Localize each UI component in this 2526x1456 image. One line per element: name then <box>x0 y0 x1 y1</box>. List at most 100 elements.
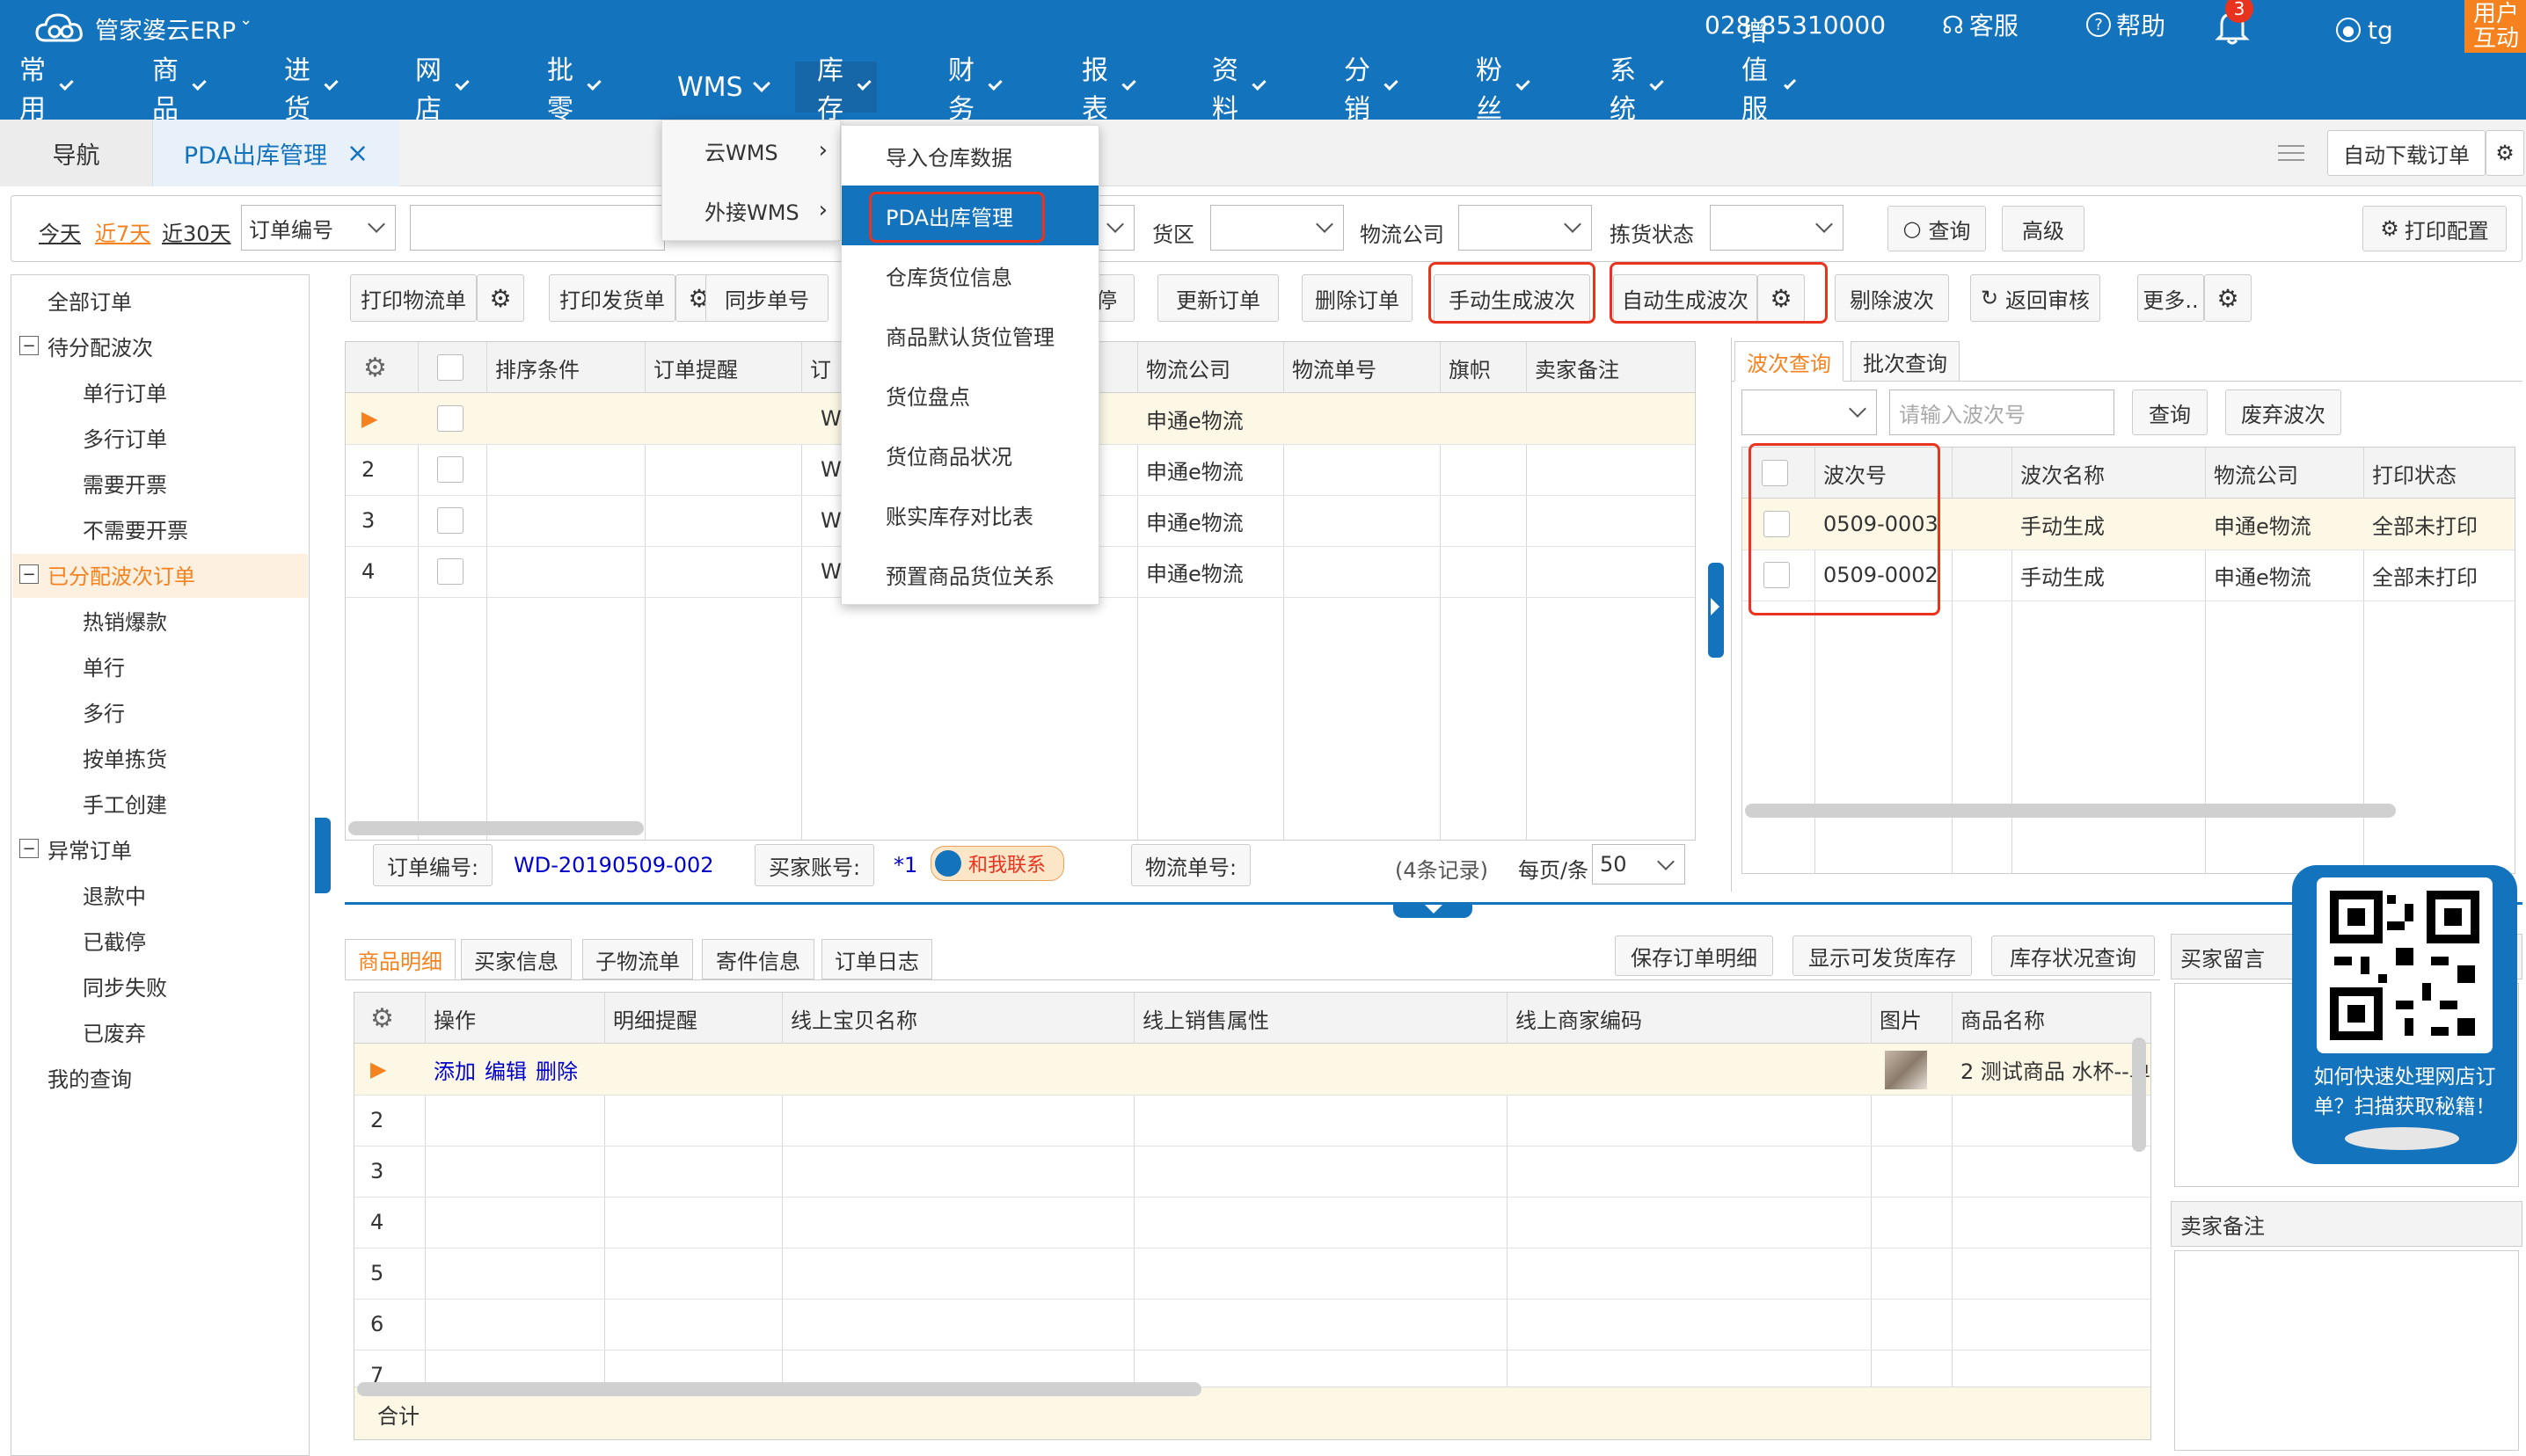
detail-tab-1[interactable]: 买家信息 <box>461 939 572 979</box>
detail-header-cell[interactable]: 线上商家编码 <box>1515 993 1642 1044</box>
toolbar-button-4[interactable]: 更新订单 <box>1157 274 1279 322</box>
tab-settings-button[interactable]: ⚙ <box>2486 130 2524 176</box>
wave-header-cell[interactable]: 物流公司 <box>2214 448 2298 499</box>
detail-tab-2[interactable]: 子物流单 <box>582 939 693 979</box>
query-button[interactable]: ○ 查询 <box>1887 206 1986 251</box>
stock-menu-item-2[interactable]: 仓库货位信息 <box>842 245 1099 305</box>
stock-menu-item-6[interactable]: 账实库存对比表 <box>842 484 1099 544</box>
tree-item[interactable]: 已截停 <box>83 925 146 956</box>
wave-number-input[interactable]: 请输入波次号 <box>1889 389 2114 435</box>
row-op-link-2[interactable]: 删除 <box>536 1044 578 1095</box>
tree-item[interactable]: 已废弃 <box>83 1016 146 1047</box>
wave-filter-select[interactable] <box>1741 389 1877 435</box>
row-checkbox[interactable] <box>437 456 464 483</box>
detail-action-button-0[interactable]: 保存订单明细 <box>1615 935 1773 976</box>
wave-grid-scrollbar[interactable] <box>1745 804 2396 818</box>
detail-header-cell[interactable]: 商品名称 <box>1960 993 2045 1044</box>
tree-item[interactable]: 手工创建 <box>83 788 167 819</box>
filter-last30[interactable]: 近30天 <box>162 216 231 247</box>
toolbar-settings-button[interactable]: ⚙ <box>2204 274 2252 322</box>
detail-header-cell[interactable]: 图片 <box>1880 993 1922 1044</box>
toolbar-button-9[interactable]: ↻ 返回审核 <box>1970 274 2100 322</box>
discard-wave-button[interactable]: 废弃波次 <box>2225 389 2341 435</box>
toolbar-settings-button[interactable]: ⚙ <box>477 274 524 322</box>
stock-menu-item-0[interactable]: 导入仓库数据 <box>842 126 1099 186</box>
app-logo[interactable]: 管家婆云ERP ⌄ <box>35 5 252 51</box>
detail-header-cell[interactable]: 线上宝贝名称 <box>791 993 917 1044</box>
detail-tab-0[interactable]: 商品明细 <box>345 939 456 979</box>
tree-collapse-icon[interactable]: − <box>19 839 39 858</box>
logistics-select[interactable] <box>1458 205 1592 251</box>
detail-tab-4[interactable]: 订单日志 <box>821 939 932 979</box>
user-menu[interactable]: ● tg <box>2336 11 2393 49</box>
product-thumbnail[interactable] <box>1885 1051 1927 1089</box>
detail-header-cell[interactable]: 明细提醒 <box>613 993 697 1044</box>
order-grid-header-cell[interactable]: 排序条件 <box>495 342 580 393</box>
row-op-link-0[interactable]: 添加 <box>434 1044 476 1095</box>
toolbar-button-2[interactable]: 同步单号 <box>705 274 829 322</box>
area-select[interactable] <box>1210 205 1344 251</box>
toolbar-button-0[interactable]: 打印物流单 <box>350 274 477 322</box>
row-checkbox[interactable] <box>437 558 464 585</box>
gear-icon[interactable]: ⚙ <box>363 353 387 383</box>
tree-item[interactable]: 单行 <box>83 651 125 681</box>
menu-13[interactable]: 增值服务 <box>1719 17 1801 164</box>
order-grid-header-cell[interactable]: 订单提醒 <box>653 342 738 393</box>
tree-item[interactable]: 需要开票 <box>83 468 167 499</box>
tree-item[interactable]: 已分配波次订单 <box>47 559 195 590</box>
order-grid-header-cell[interactable]: 旗帜 <box>1449 342 1491 393</box>
menu-5[interactable]: WMS <box>655 62 777 113</box>
stock-menu-item-5[interactable]: 货位商品状况 <box>842 425 1099 484</box>
wave-query-button[interactable]: 查询 <box>2132 389 2208 435</box>
contact-buyer-button[interactable]: 和我联系 <box>931 846 1064 881</box>
row-checkbox[interactable] <box>437 507 464 534</box>
toolbar-button-8[interactable]: 剔除波次 <box>1835 274 1949 322</box>
detail-action-button-2[interactable]: 库存状况查询 <box>1991 935 2155 976</box>
detail-tab-3[interactable]: 寄件信息 <box>702 939 814 979</box>
toolbar-button-10[interactable]: 更多.. <box>2137 274 2204 322</box>
pick-status-select[interactable] <box>1710 205 1843 251</box>
tab-wave-query[interactable]: 波次查询 <box>1734 341 1843 382</box>
wave-header-cell[interactable]: 打印状态 <box>2372 448 2457 499</box>
detail-grid-scrollbar[interactable] <box>357 1382 1201 1396</box>
user-interaction-corner[interactable]: 用户 互动 <box>2464 0 2526 53</box>
order-grid-header-cell[interactable]: 物流单号 <box>1292 342 1376 393</box>
menu-4[interactable]: 批零 <box>525 55 607 125</box>
tab-batch-query[interactable]: 批次查询 <box>1851 341 1960 382</box>
collapse-left-handle[interactable] <box>315 818 331 893</box>
menu-10[interactable]: 分销 <box>1322 55 1404 125</box>
gear-icon[interactable]: ⚙ <box>370 1003 394 1034</box>
toolbar-button-1[interactable]: 打印发货单 <box>549 274 675 322</box>
tree-item[interactable]: 多行 <box>83 696 125 727</box>
wms-menu-item-0[interactable]: 云WMS › <box>662 120 840 180</box>
select-all-checkbox[interactable] <box>437 354 464 381</box>
list-menu-icon[interactable] <box>2269 132 2313 174</box>
menu-0[interactable]: 常用 <box>0 55 79 125</box>
order-search-input[interactable] <box>410 205 665 251</box>
tree-item[interactable]: 按单拣货 <box>83 742 167 773</box>
tree-item[interactable]: 单行订单 <box>83 376 167 407</box>
tree-item[interactable]: 全部订单 <box>47 285 132 316</box>
tree-item[interactable]: 待分配波次 <box>47 331 153 361</box>
stock-menu-item-3[interactable]: 商品默认货位管理 <box>842 305 1099 365</box>
per-page-select[interactable]: 50 <box>1592 844 1685 885</box>
wms-menu-item-1[interactable]: 外接WMS › <box>662 180 840 240</box>
toolbar-button-5[interactable]: 删除订单 <box>1302 274 1413 322</box>
stock-menu-item-4[interactable]: 货位盘点 <box>842 365 1099 425</box>
help-link[interactable]: ? 帮助 <box>2086 5 2165 44</box>
order-grid-header-cell[interactable]: 物流公司 <box>1146 342 1230 393</box>
filter-last7[interactable]: 近7天 <box>95 216 150 247</box>
menu-11[interactable]: 粉丝 <box>1454 55 1536 125</box>
order-no-value[interactable]: WD-20190509-002 <box>514 853 714 877</box>
menu-8[interactable]: 报表 <box>1060 55 1142 125</box>
tab-pda-outbound[interactable]: PDA出库管理 × <box>153 120 399 186</box>
order-field-select[interactable]: 订单编号 <box>241 205 396 251</box>
detail-header-cell[interactable]: 操作 <box>434 993 476 1044</box>
tree-item[interactable]: 同步失败 <box>83 971 167 1001</box>
row-op-link-1[interactable]: 编辑 <box>485 1044 527 1095</box>
tree-item[interactable]: 多行订单 <box>83 422 167 453</box>
tree-collapse-icon[interactable]: − <box>19 336 39 355</box>
order-grid-scrollbar[interactable] <box>348 821 644 835</box>
collapse-bottom-handle[interactable] <box>1393 902 1472 918</box>
tree-item[interactable]: 不需要开票 <box>83 513 188 544</box>
